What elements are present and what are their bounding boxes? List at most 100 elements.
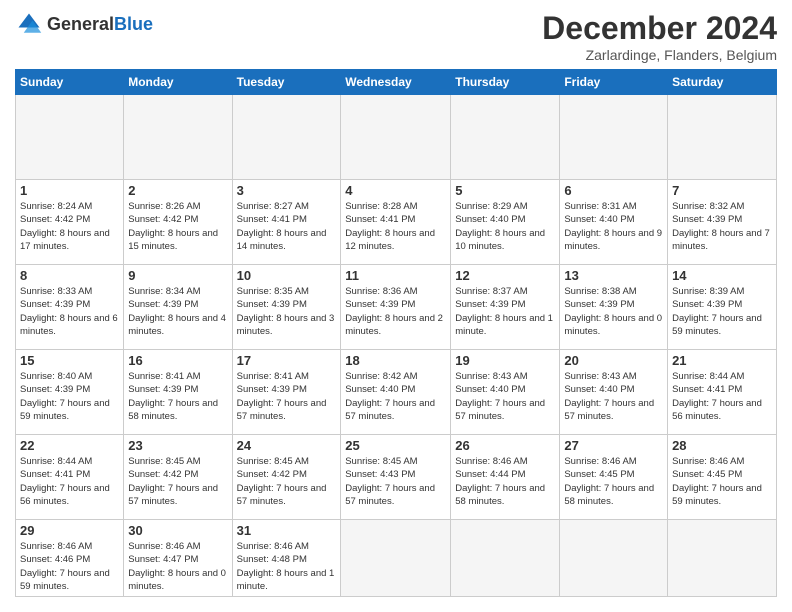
month-title: December 2024 [542,10,777,47]
table-row: 20 Sunrise: 8:43 AMSunset: 4:40 PMDaylig… [560,350,668,435]
table-row: 21 Sunrise: 8:44 AMSunset: 4:41 PMDaylig… [668,350,777,435]
logo-general: General [47,14,114,34]
table-row: 8 Sunrise: 8:33 AMSunset: 4:39 PMDayligh… [16,265,124,350]
header-sunday: Sunday [16,70,124,95]
day-number: 22 [20,438,119,453]
day-info: Sunrise: 8:35 AMSunset: 4:39 PMDaylight:… [237,286,335,337]
header: GeneralBlue December 2024 Zarlardinge, F… [15,10,777,63]
day-info: Sunrise: 8:46 AMSunset: 4:46 PMDaylight:… [20,541,110,592]
day-number: 9 [128,268,227,283]
day-number: 7 [672,183,772,198]
day-number: 16 [128,353,227,368]
table-row: 1 Sunrise: 8:24 AMSunset: 4:42 PMDayligh… [16,180,124,265]
day-number: 13 [564,268,663,283]
table-row [232,95,341,180]
logo: GeneralBlue [15,10,153,38]
day-info: Sunrise: 8:28 AMSunset: 4:41 PMDaylight:… [345,201,435,252]
day-info: Sunrise: 8:26 AMSunset: 4:42 PMDaylight:… [128,201,218,252]
day-info: Sunrise: 8:41 AMSunset: 4:39 PMDaylight:… [237,371,327,422]
table-row: 26 Sunrise: 8:46 AMSunset: 4:44 PMDaylig… [451,435,560,520]
day-info: Sunrise: 8:45 AMSunset: 4:42 PMDaylight:… [237,456,327,507]
day-info: Sunrise: 8:43 AMSunset: 4:40 PMDaylight:… [455,371,545,422]
table-row: 6 Sunrise: 8:31 AMSunset: 4:40 PMDayligh… [560,180,668,265]
day-info: Sunrise: 8:37 AMSunset: 4:39 PMDaylight:… [455,286,553,337]
table-row: 27 Sunrise: 8:46 AMSunset: 4:45 PMDaylig… [560,435,668,520]
day-info: Sunrise: 8:36 AMSunset: 4:39 PMDaylight:… [345,286,443,337]
table-row [451,520,560,597]
header-friday: Friday [560,70,668,95]
calendar-table: Sunday Monday Tuesday Wednesday Thursday… [15,69,777,597]
day-number: 24 [237,438,337,453]
day-number: 18 [345,353,446,368]
table-row: 18 Sunrise: 8:42 AMSunset: 4:40 PMDaylig… [341,350,451,435]
header-monday: Monday [124,70,232,95]
table-row [668,520,777,597]
day-number: 12 [455,268,555,283]
day-number: 28 [672,438,772,453]
table-row: 23 Sunrise: 8:45 AMSunset: 4:42 PMDaylig… [124,435,232,520]
table-row: 28 Sunrise: 8:46 AMSunset: 4:45 PMDaylig… [668,435,777,520]
table-row: 31 Sunrise: 8:46 AMSunset: 4:48 PMDaylig… [232,520,341,597]
day-number: 3 [237,183,337,198]
day-info: Sunrise: 8:24 AMSunset: 4:42 PMDaylight:… [20,201,110,252]
table-row [668,95,777,180]
day-info: Sunrise: 8:46 AMSunset: 4:47 PMDaylight:… [128,541,226,592]
header-tuesday: Tuesday [232,70,341,95]
day-info: Sunrise: 8:34 AMSunset: 4:39 PMDaylight:… [128,286,226,337]
day-info: Sunrise: 8:42 AMSunset: 4:40 PMDaylight:… [345,371,435,422]
table-row: 17 Sunrise: 8:41 AMSunset: 4:39 PMDaylig… [232,350,341,435]
table-row: 2 Sunrise: 8:26 AMSunset: 4:42 PMDayligh… [124,180,232,265]
table-row: 7 Sunrise: 8:32 AMSunset: 4:39 PMDayligh… [668,180,777,265]
day-info: Sunrise: 8:31 AMSunset: 4:40 PMDaylight:… [564,201,662,252]
day-info: Sunrise: 8:46 AMSunset: 4:44 PMDaylight:… [455,456,545,507]
day-info: Sunrise: 8:44 AMSunset: 4:41 PMDaylight:… [20,456,110,507]
calendar-header-row: Sunday Monday Tuesday Wednesday Thursday… [16,70,777,95]
table-row: 9 Sunrise: 8:34 AMSunset: 4:39 PMDayligh… [124,265,232,350]
day-number: 8 [20,268,119,283]
table-row [124,95,232,180]
day-number: 14 [672,268,772,283]
table-row: 29 Sunrise: 8:46 AMSunset: 4:46 PMDaylig… [16,520,124,597]
logo-blue: Blue [114,14,153,34]
table-row: 16 Sunrise: 8:41 AMSunset: 4:39 PMDaylig… [124,350,232,435]
day-number: 27 [564,438,663,453]
day-info: Sunrise: 8:41 AMSunset: 4:39 PMDaylight:… [128,371,218,422]
table-row: 30 Sunrise: 8:46 AMSunset: 4:47 PMDaylig… [124,520,232,597]
day-number: 17 [237,353,337,368]
table-row: 22 Sunrise: 8:44 AMSunset: 4:41 PMDaylig… [16,435,124,520]
day-number: 21 [672,353,772,368]
day-number: 15 [20,353,119,368]
day-number: 4 [345,183,446,198]
day-number: 30 [128,523,227,538]
day-info: Sunrise: 8:33 AMSunset: 4:39 PMDaylight:… [20,286,118,337]
day-number: 26 [455,438,555,453]
table-row: 5 Sunrise: 8:29 AMSunset: 4:40 PMDayligh… [451,180,560,265]
day-number: 1 [20,183,119,198]
table-row: 15 Sunrise: 8:40 AMSunset: 4:39 PMDaylig… [16,350,124,435]
day-info: Sunrise: 8:39 AMSunset: 4:39 PMDaylight:… [672,286,762,337]
day-number: 29 [20,523,119,538]
page-container: GeneralBlue December 2024 Zarlardinge, F… [0,0,792,607]
day-number: 31 [237,523,337,538]
header-thursday: Thursday [451,70,560,95]
table-row: 14 Sunrise: 8:39 AMSunset: 4:39 PMDaylig… [668,265,777,350]
day-info: Sunrise: 8:38 AMSunset: 4:39 PMDaylight:… [564,286,662,337]
day-info: Sunrise: 8:43 AMSunset: 4:40 PMDaylight:… [564,371,654,422]
day-info: Sunrise: 8:45 AMSunset: 4:42 PMDaylight:… [128,456,218,507]
table-row: 10 Sunrise: 8:35 AMSunset: 4:39 PMDaylig… [232,265,341,350]
logo-icon [15,10,43,38]
logo-text: GeneralBlue [47,14,153,35]
table-row: 19 Sunrise: 8:43 AMSunset: 4:40 PMDaylig… [451,350,560,435]
location-title: Zarlardinge, Flanders, Belgium [542,47,777,63]
header-wednesday: Wednesday [341,70,451,95]
table-row: 25 Sunrise: 8:45 AMSunset: 4:43 PMDaylig… [341,435,451,520]
day-info: Sunrise: 8:46 AMSunset: 4:45 PMDaylight:… [564,456,654,507]
day-number: 10 [237,268,337,283]
table-row: 11 Sunrise: 8:36 AMSunset: 4:39 PMDaylig… [341,265,451,350]
table-row [560,520,668,597]
day-number: 19 [455,353,555,368]
table-row: 4 Sunrise: 8:28 AMSunset: 4:41 PMDayligh… [341,180,451,265]
table-row [341,520,451,597]
day-number: 23 [128,438,227,453]
day-info: Sunrise: 8:46 AMSunset: 4:48 PMDaylight:… [237,541,335,592]
